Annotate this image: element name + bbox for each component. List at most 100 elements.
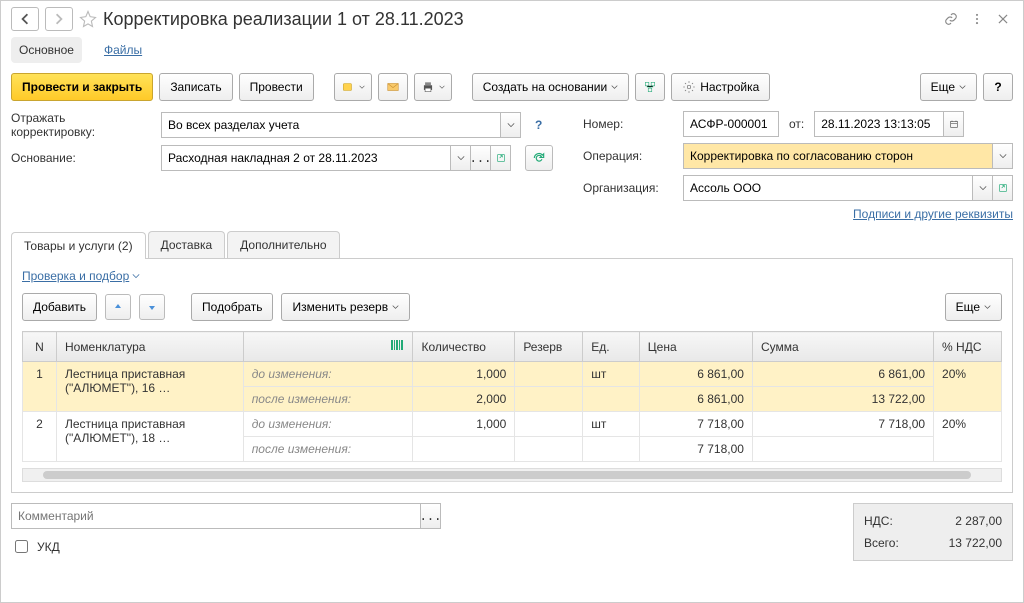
col-qty[interactable]: Количество [413, 332, 515, 362]
before-unit[interactable]: шт [583, 412, 640, 437]
row-number: 1 [23, 362, 57, 412]
change-reserve-button[interactable]: Изменить резерв [281, 293, 410, 321]
col-sum[interactable]: Сумма [752, 332, 933, 362]
close-icon[interactable] [993, 9, 1013, 29]
before-label: до изменения: [243, 362, 413, 387]
before-sum[interactable]: 7 718,00 [752, 412, 933, 437]
org-dropdown[interactable] [973, 175, 993, 201]
tab-delivery[interactable]: Доставка [148, 231, 226, 258]
row-vat[interactable]: 20% [934, 362, 1002, 412]
col-n[interactable]: N [23, 332, 57, 362]
before-reserve[interactable] [515, 412, 583, 437]
page-title: Корректировка реализации 1 от 28.11.2023 [103, 9, 935, 30]
after-unit[interactable] [583, 437, 640, 462]
basis-refresh[interactable] [525, 145, 553, 171]
reflect-combo[interactable] [161, 112, 501, 138]
signatures-link[interactable]: Подписи и другие реквизиты [853, 207, 1013, 221]
help-button[interactable]: ? [983, 73, 1013, 101]
tab-goods[interactable]: Товары и услуги (2) [11, 232, 146, 259]
date-input[interactable] [814, 111, 944, 137]
basis-input[interactable] [161, 145, 451, 171]
row-number: 2 [23, 412, 57, 462]
mail-button[interactable] [378, 73, 408, 101]
after-unit[interactable] [583, 387, 640, 412]
col-reserve[interactable]: Резерв [515, 332, 583, 362]
before-label: до изменения: [243, 412, 413, 437]
print-button[interactable] [414, 73, 452, 101]
create-based-on-button[interactable]: Создать на основании [472, 73, 630, 101]
before-unit[interactable]: шт [583, 362, 640, 387]
before-reserve[interactable] [515, 362, 583, 387]
row-item[interactable]: Лестница приставная ("АЛЮМЕТ"), 16 … [56, 362, 243, 412]
number-label: Номер: [583, 117, 673, 131]
back-button[interactable] [11, 7, 39, 31]
date-picker[interactable] [944, 111, 964, 137]
after-label: после изменения: [243, 437, 413, 462]
settings-button[interactable]: Настройка [671, 73, 770, 101]
number-input[interactable] [683, 111, 779, 137]
after-price[interactable]: 7 718,00 [639, 437, 752, 462]
reflect-dropdown[interactable] [501, 112, 521, 138]
forward-button[interactable] [45, 7, 73, 31]
kebab-icon[interactable] [967, 9, 987, 29]
after-qty[interactable]: 2,000 [413, 387, 515, 412]
col-unit[interactable]: Ед. [583, 332, 640, 362]
after-sum[interactable] [752, 437, 933, 462]
col-change[interactable] [243, 332, 413, 362]
operation-combo[interactable] [683, 143, 993, 169]
horizontal-scrollbar[interactable] [22, 468, 1002, 482]
post-and-close-button[interactable]: Провести и закрыть [11, 73, 153, 101]
basis-choose[interactable]: ... [471, 145, 491, 171]
goods-table[interactable]: N Номенклатура Количество Резерв Ед. Цен… [22, 331, 1002, 462]
col-price[interactable]: Цена [639, 332, 752, 362]
move-down-button[interactable] [139, 294, 165, 320]
after-price[interactable]: 6 861,00 [639, 387, 752, 412]
ukd-label: УКД [37, 540, 60, 554]
comment-input[interactable] [11, 503, 421, 529]
basis-dropdown[interactable] [451, 145, 471, 171]
table-row[interactable]: 2Лестница приставная ("АЛЮМЕТ"), 18 …до … [23, 412, 1002, 437]
basis-open[interactable] [491, 145, 511, 171]
table-more-button[interactable]: Еще [945, 293, 1002, 321]
ukd-checkbox[interactable] [15, 540, 28, 553]
totals-panel: НДС: 2 287,00 Всего: 13 722,00 [853, 503, 1013, 561]
after-reserve[interactable] [515, 387, 583, 412]
post-button[interactable]: Провести [239, 73, 314, 101]
write-button[interactable]: Записать [159, 73, 232, 101]
table-row[interactable]: 1Лестница приставная ("АЛЮМЕТ"), 16 …до … [23, 362, 1002, 387]
favorite-star-icon[interactable] [79, 10, 97, 28]
before-sum[interactable]: 6 861,00 [752, 362, 933, 387]
operation-dropdown[interactable] [993, 143, 1013, 169]
org-combo[interactable] [683, 175, 973, 201]
tab-main[interactable]: Основное [11, 37, 82, 63]
after-label: после изменения: [243, 387, 413, 412]
add-row-button[interactable]: Добавить [22, 293, 97, 321]
reflect-help[interactable]: ? [535, 118, 542, 132]
structure-button[interactable] [635, 73, 665, 101]
tab-files[interactable]: Файлы [96, 37, 150, 63]
after-sum[interactable]: 13 722,00 [752, 387, 933, 412]
link-icon[interactable] [941, 9, 961, 29]
tab-extra[interactable]: Дополнительно [227, 231, 339, 258]
row-vat[interactable]: 20% [934, 412, 1002, 462]
vat-label: НДС: [864, 514, 893, 528]
before-price[interactable]: 6 861,00 [639, 362, 752, 387]
before-price[interactable]: 7 718,00 [639, 412, 752, 437]
ot-label: от: [789, 117, 804, 131]
comment-expand[interactable]: ... [421, 503, 441, 529]
pick-button[interactable]: Подобрать [191, 293, 273, 321]
before-qty[interactable]: 1,000 [413, 412, 515, 437]
row-item[interactable]: Лестница приставная ("АЛЮМЕТ"), 18 … [56, 412, 243, 462]
more-button[interactable]: Еще [920, 73, 977, 101]
check-and-pick-link[interactable]: Проверка и подбор [22, 269, 140, 283]
col-vat[interactable]: % НДС [934, 332, 1002, 362]
move-up-button[interactable] [105, 294, 131, 320]
after-qty[interactable] [413, 437, 515, 462]
basis-label: Основание: [11, 151, 151, 165]
org-open[interactable] [993, 175, 1013, 201]
attach-button[interactable] [334, 73, 372, 101]
col-item[interactable]: Номенклатура [56, 332, 243, 362]
total-value: 13 722,00 [949, 536, 1002, 550]
before-qty[interactable]: 1,000 [413, 362, 515, 387]
after-reserve[interactable] [515, 437, 583, 462]
